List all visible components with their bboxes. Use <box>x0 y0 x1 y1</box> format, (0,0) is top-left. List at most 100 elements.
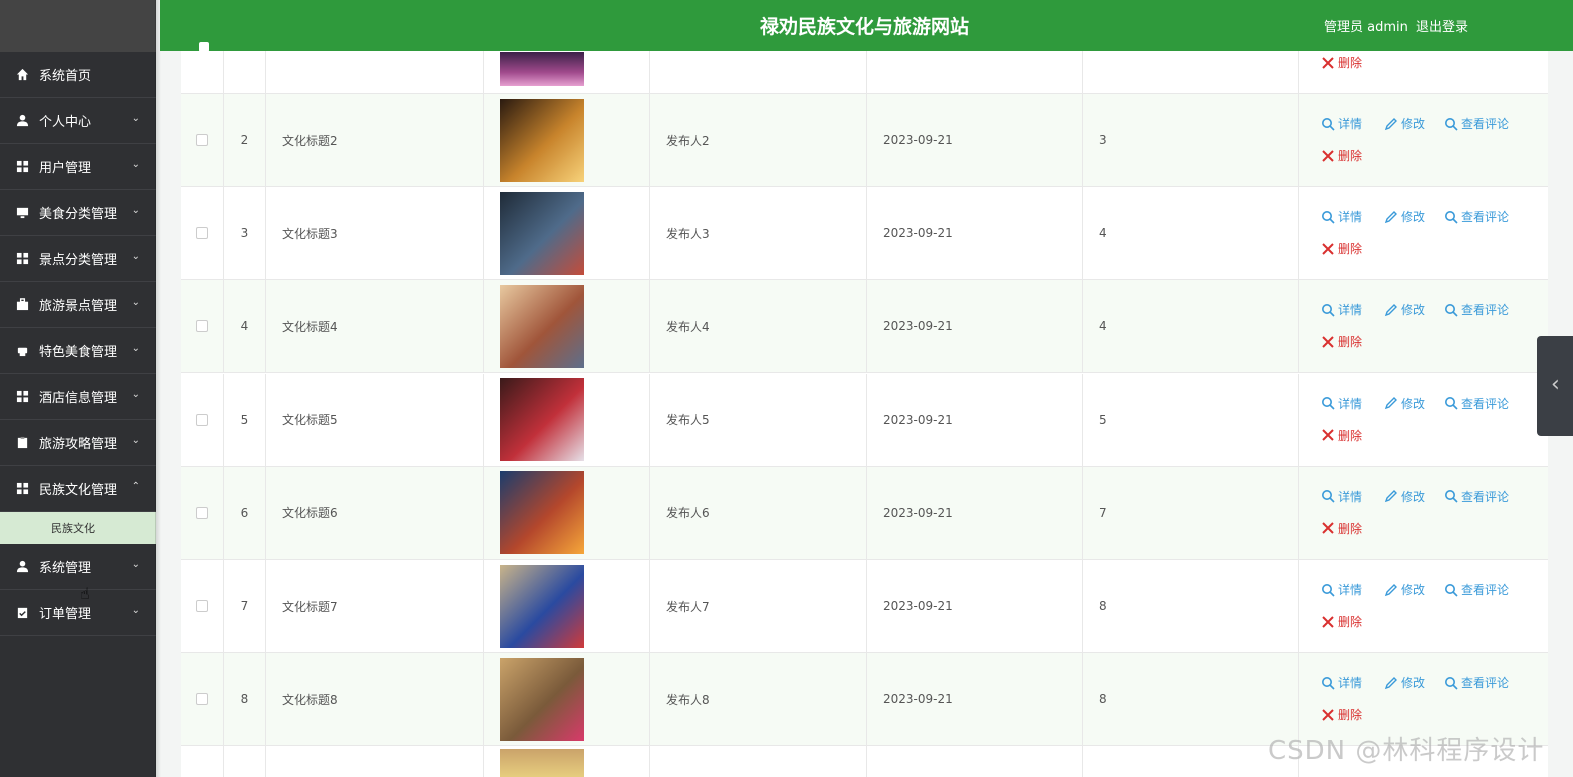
table-row: 6 文化标题6 发布人6 2023-09-21 7 详情 修改 查看评论 删除 <box>181 466 1548 560</box>
clipboard-icon <box>15 436 29 450</box>
row-checkbox[interactable] <box>196 227 208 240</box>
detail-button[interactable]: 详情 <box>1321 674 1362 691</box>
edit-button[interactable]: 修改 <box>1384 488 1425 505</box>
sidebar-item-user[interactable]: 系统管理 ⌄ <box>0 544 156 590</box>
sidebar-item-user[interactable]: 个人中心 ⌄ <box>0 98 156 144</box>
edit-icon <box>1384 583 1397 596</box>
search-icon <box>1445 303 1458 317</box>
delete-button[interactable]: 删除 <box>1321 706 1362 723</box>
sidebar-item-label: 旅游攻略管理 <box>39 437 118 452</box>
sidebar-item-grid[interactable]: 景点分类管理 ⌄ <box>0 236 156 282</box>
view-comments-button[interactable]: 查看评论 <box>1444 395 1509 412</box>
count: 8 <box>1082 653 1298 746</box>
user-icon <box>15 560 29 574</box>
row-checkbox[interactable] <box>196 413 208 426</box>
view-comments-button[interactable]: 查看评论 <box>1444 208 1509 225</box>
sidebar-shadow <box>155 0 161 777</box>
publish-date: 2023-09-21 <box>866 280 1082 373</box>
detail-button[interactable]: 详情 <box>1321 115 1362 132</box>
sidebar-item-label: 特色美食管理 <box>39 345 118 360</box>
row-checkbox[interactable] <box>196 506 208 519</box>
printer-icon <box>15 344 29 358</box>
chevron-icon: ⌄ <box>131 559 140 570</box>
row-checkbox[interactable] <box>196 134 208 146</box>
sidebar-item-grid[interactable]: 用户管理 ⌄ <box>0 144 156 190</box>
publisher: 发布人2 <box>649 94 866 186</box>
edit-button[interactable]: 修改 <box>1384 301 1425 318</box>
detail-button[interactable]: 详情 <box>1321 581 1362 598</box>
count: 8 <box>1082 560 1298 652</box>
count: 3 <box>1082 94 1298 186</box>
row-index: 7 <box>223 560 265 652</box>
top-header: 禄劝民族文化与旅游网站 管理员 admin 退出登录 <box>160 0 1573 51</box>
view-comments-button[interactable]: 查看评论 <box>1444 581 1509 598</box>
close-icon <box>1322 708 1334 721</box>
search-icon <box>1322 210 1335 224</box>
delete-button[interactable]: 删除 <box>1321 427 1362 444</box>
current-user: 管理员 admin <box>1324 20 1408 35</box>
publisher: 发布人3 <box>649 187 866 280</box>
culture-table: 删除 2 文化标题2 发布人2 2023-09-21 3 详情 修改 查看评论 删除 3 文化标题3… <box>181 0 1548 777</box>
row-index: 2 <box>223 94 265 186</box>
grid-icon <box>15 252 29 266</box>
chevron-icon: ⌄ <box>131 297 140 308</box>
chevron-icon: ⌄ <box>131 159 140 170</box>
count: 4 <box>1082 187 1298 280</box>
row-index: 8 <box>223 653 265 746</box>
sidebar-item-grid[interactable]: 酒店信息管理 ⌄ <box>0 374 156 420</box>
row-checkbox[interactable] <box>196 693 208 706</box>
row-image <box>500 191 584 275</box>
detail-button[interactable]: 详情 <box>1321 208 1362 225</box>
view-comments-button[interactable]: 查看评论 <box>1444 674 1509 691</box>
detail-button[interactable]: 详情 <box>1321 301 1362 318</box>
delete-button[interactable]: 删除 <box>1321 54 1362 71</box>
sidebar-item-grid[interactable]: 民族文化管理 ⌃ <box>0 466 156 512</box>
delete-button[interactable]: 删除 <box>1321 613 1362 630</box>
chevron-icon: ⌄ <box>131 113 140 124</box>
delete-button[interactable]: 删除 <box>1321 333 1362 350</box>
edit-button[interactable]: 修改 <box>1384 395 1425 412</box>
edit-icon <box>1384 117 1397 130</box>
close-icon <box>1322 522 1334 535</box>
view-comments-button[interactable]: 查看评论 <box>1444 115 1509 132</box>
edit-button[interactable]: 修改 <box>1384 674 1425 691</box>
delete-button[interactable]: 删除 <box>1321 520 1362 537</box>
sidebar-item-clipboard[interactable]: 旅游攻略管理 ⌄ <box>0 420 156 466</box>
row-checkbox[interactable] <box>196 320 208 333</box>
chevron-icon: ⌄ <box>131 251 140 262</box>
publish-date: 2023-09-21 <box>866 94 1082 186</box>
edit-button[interactable]: 修改 <box>1384 208 1425 225</box>
view-comments-button[interactable]: 查看评论 <box>1444 301 1509 318</box>
sidebar-subitem-culture[interactable]: 民族文化 <box>0 512 156 544</box>
edit-button[interactable]: 修改 <box>1384 115 1425 132</box>
close-icon <box>1322 615 1334 628</box>
culture-title: 文化标题2 <box>265 94 483 186</box>
chevron-icon: ⌄ <box>131 343 140 354</box>
detail-button[interactable]: 详情 <box>1321 395 1362 412</box>
row-checkbox[interactable] <box>196 600 208 612</box>
sidebar-menu: 系统首页 个人中心 ⌄ 用户管理 ⌄ 美食分类管理 ⌄ 景点分类管理 ⌄ 旅游景点管理 ⌄ 特色美食管… <box>0 52 156 636</box>
briefcase-icon <box>15 298 29 312</box>
edit-icon <box>1384 303 1397 316</box>
sidebar-item-printer[interactable]: 特色美食管理 ⌄ <box>0 328 156 374</box>
sidebar-item-home[interactable]: 系统首页 <box>0 52 156 98</box>
sidebar-item-label: 景点分类管理 <box>39 253 118 268</box>
sidebar-item-clipboard-check[interactable]: 订单管理 ⌄ <box>0 590 156 636</box>
chevron-left-icon: ‹ <box>1551 372 1560 397</box>
close-icon <box>1322 336 1334 348</box>
delete-button[interactable]: 删除 <box>1321 147 1362 164</box>
detail-button[interactable]: 详情 <box>1321 488 1362 505</box>
sidebar-item-briefcase[interactable]: 旅游景点管理 ⌄ <box>0 282 156 328</box>
chevron-icon: ⌄ <box>131 389 140 400</box>
view-comments-button[interactable]: 查看评论 <box>1444 488 1509 505</box>
select-all-checkbox[interactable] <box>199 42 209 52</box>
delete-button[interactable]: 删除 <box>1321 240 1362 257</box>
publisher: 发布人4 <box>649 280 866 373</box>
collapse-panel-tab[interactable]: ‹ <box>1537 336 1573 436</box>
logout-link[interactable]: 退出登录 <box>1416 16 1468 35</box>
edit-button[interactable]: 修改 <box>1384 581 1425 598</box>
search-icon <box>1322 490 1335 503</box>
culture-title: 文化标题5 <box>265 373 483 466</box>
sidebar-item-monitor[interactable]: 美食分类管理 ⌄ <box>0 190 156 236</box>
home-icon <box>15 68 29 82</box>
